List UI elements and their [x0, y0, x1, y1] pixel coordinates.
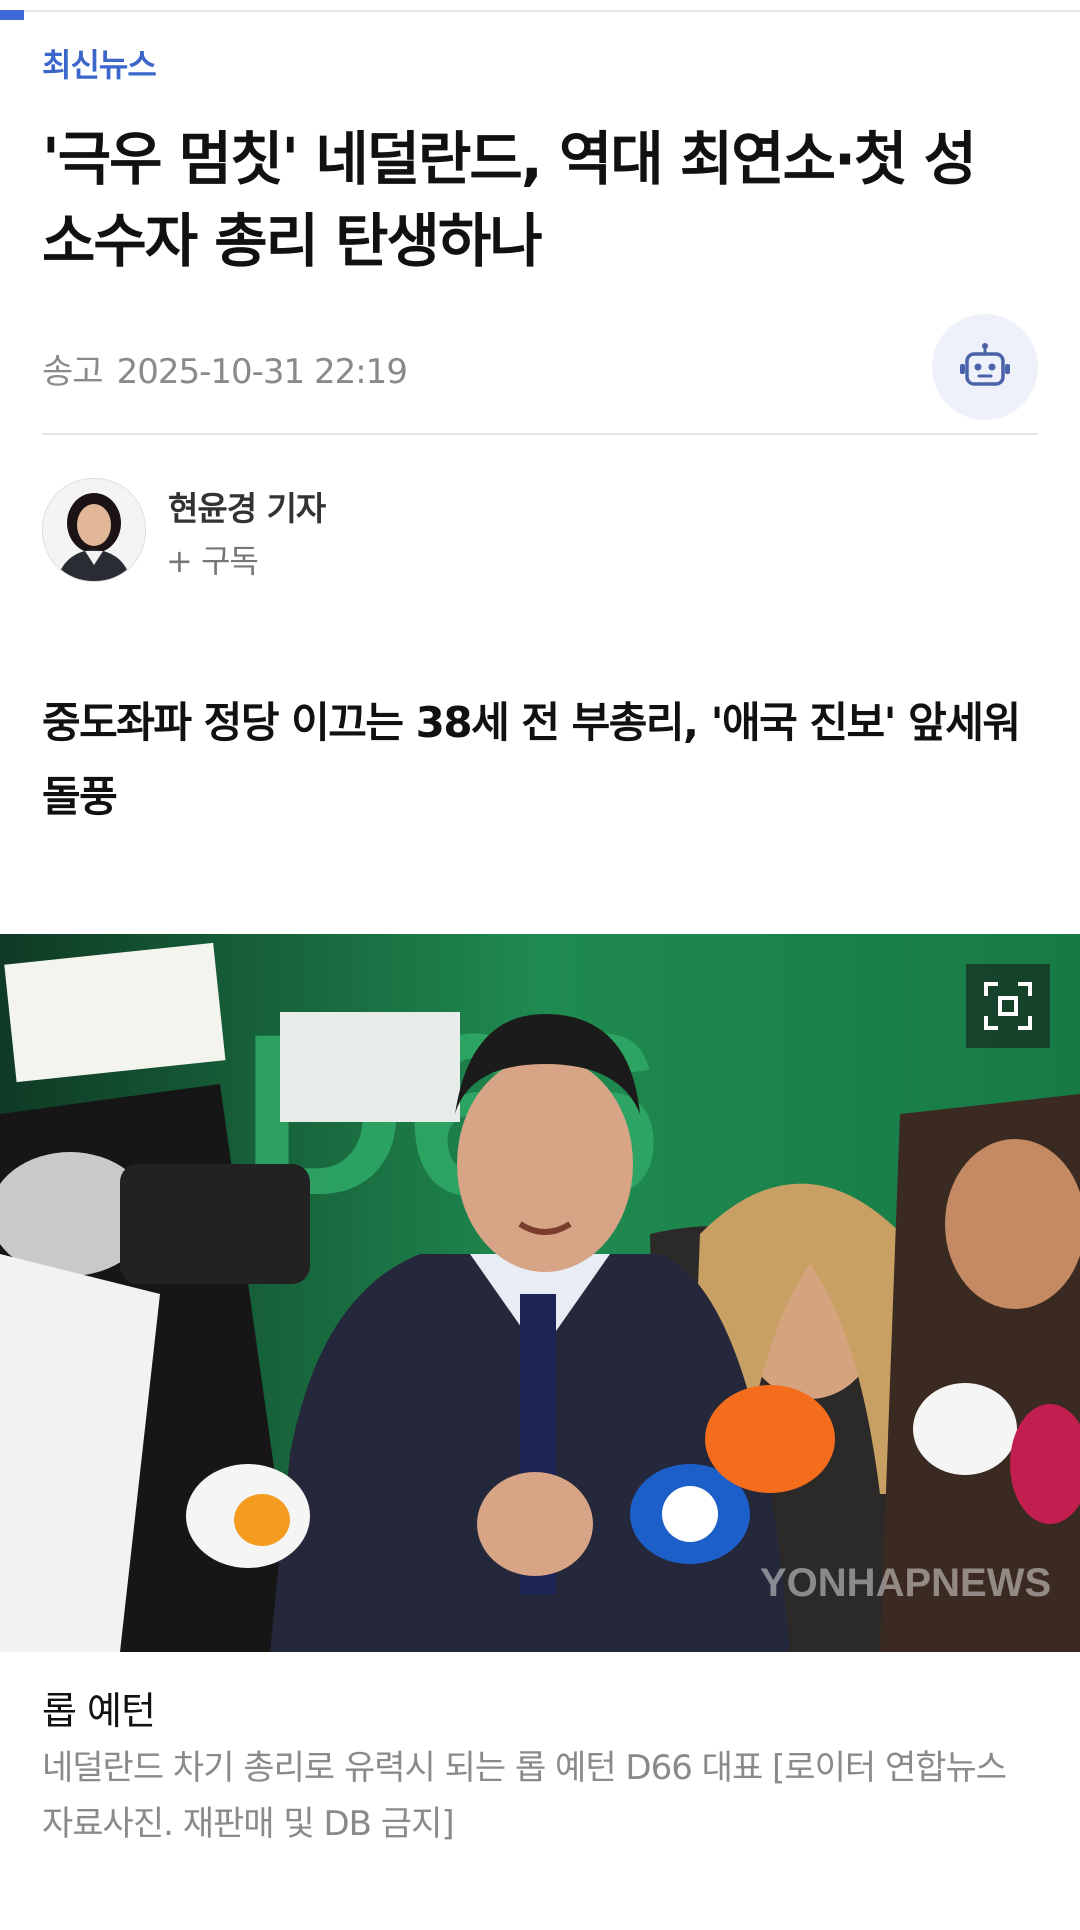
expand-photo-button[interactable]	[966, 964, 1050, 1048]
expand-icon	[984, 982, 1032, 1030]
photo-subject-name: 롭 예턴	[42, 1689, 156, 1733]
watermark: YONHAPNEWS	[760, 1561, 1051, 1605]
sent-label: 송고	[42, 352, 104, 392]
reporter-avatar[interactable]	[42, 478, 146, 582]
photo-caption: 네덜란드 차기 총리로 유력시 되는 롭 예턴 D66 대표 [로이터 연합뉴스…	[42, 1748, 1007, 1844]
top-divider	[0, 10, 1080, 12]
article-meta: 송고 2025-10-31 22:19	[42, 344, 408, 393]
section-link[interactable]: 최신뉴스	[42, 40, 157, 86]
article-subhead: 중도좌파 정당 이끄는 38세 전 부총리, '애국 진보' 앞세워 돌풍	[42, 698, 1021, 821]
subscribe-button[interactable]: + 구독	[166, 536, 259, 582]
reporter-name[interactable]: 현윤경 기자	[168, 482, 326, 530]
progress-accent	[0, 10, 24, 20]
meta-divider	[42, 433, 1038, 435]
article-title: '극우 멈칫' 네덜란드, 역대 최연소·첫 성소수자 총리 탄생하나	[42, 125, 977, 275]
sent-time: 2025-10-31 22:19	[116, 352, 408, 392]
article-photo[interactable]: D66 YONHAPNEWS	[0, 934, 1080, 1652]
ai-assistant-button[interactable]	[932, 314, 1038, 420]
robot-icon	[960, 343, 1010, 386]
